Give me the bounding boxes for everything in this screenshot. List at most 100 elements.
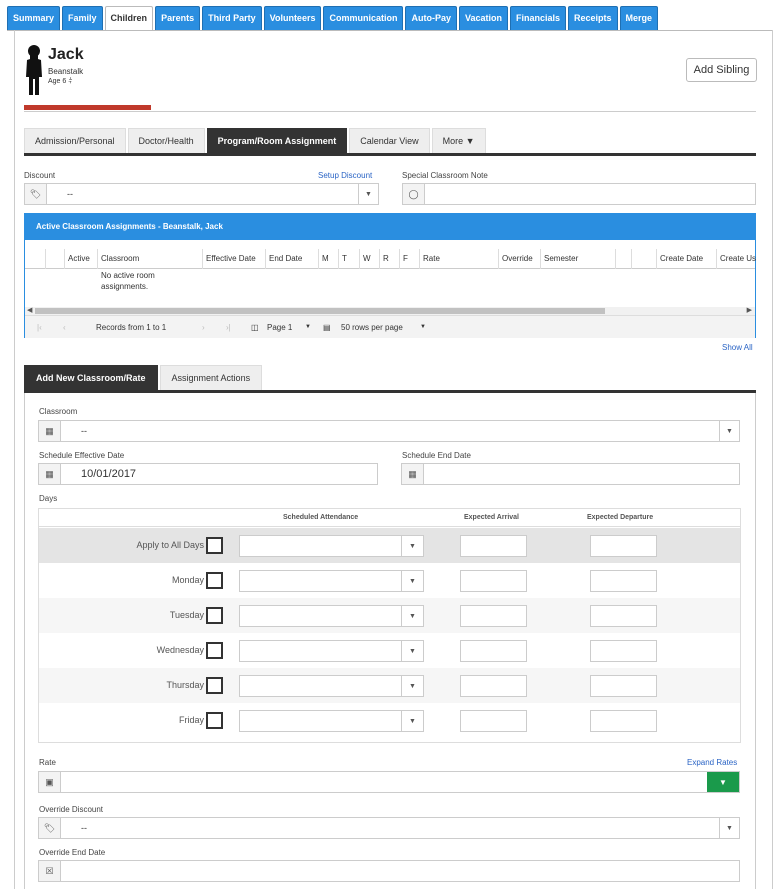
col-active[interactable]: Active xyxy=(64,249,97,269)
departure-input[interactable] xyxy=(590,640,657,662)
attendance-select[interactable]: ▼ xyxy=(239,675,424,697)
tab-merge[interactable]: Merge xyxy=(619,6,659,30)
records-count: Records from 1 to 1 xyxy=(96,323,167,332)
day-checkbox[interactable] xyxy=(206,607,223,624)
child-age: Age 6 ⫩ xyxy=(48,78,72,86)
day-label: Wednesday xyxy=(156,645,204,655)
child-age-text: Age 6 xyxy=(48,78,67,85)
arrival-input[interactable] xyxy=(460,710,527,732)
col-classroom[interactable]: Classroom xyxy=(97,249,202,269)
day-checkbox[interactable] xyxy=(206,642,223,659)
rate-dropdown-button[interactable]: ▼ xyxy=(707,772,739,792)
apply-all-checkbox[interactable] xyxy=(206,537,223,554)
tab-more[interactable]: More ▼ xyxy=(431,128,486,153)
arrival-input[interactable] xyxy=(460,640,527,662)
grid-horizontal-scrollbar[interactable]: ◀ ▶ xyxy=(25,307,755,315)
arrival-input[interactable] xyxy=(460,570,527,592)
rows-select-caret-icon[interactable]: ▼ xyxy=(420,316,426,339)
scrollbar-thumb[interactable] xyxy=(35,308,605,314)
col-r[interactable]: R xyxy=(379,249,399,269)
day-checkbox[interactable] xyxy=(206,677,223,694)
attendance-select[interactable]: ▼ xyxy=(239,640,424,662)
tab-vacation[interactable]: Vacation xyxy=(458,6,508,30)
attendance-select[interactable]: ▼ xyxy=(239,605,424,627)
calendar-icon: ▦ xyxy=(402,464,424,484)
tab-summary[interactable]: Summary xyxy=(7,6,61,30)
tab-auto-pay[interactable]: Auto-Pay xyxy=(405,6,457,30)
tab-doctor-health[interactable]: Doctor/Health xyxy=(127,128,205,153)
tab-parents[interactable]: Parents xyxy=(155,6,201,30)
departure-input[interactable] xyxy=(590,605,657,627)
tab-admission-personal[interactable]: Admission/Personal xyxy=(24,128,126,153)
tab-receipts[interactable]: Receipts xyxy=(568,6,618,30)
col-w[interactable]: W xyxy=(359,249,379,269)
classroom-select[interactable]: ▦ -- ▼ xyxy=(38,420,740,442)
prev-page-icon[interactable]: ‹ xyxy=(63,316,66,339)
effective-date-input[interactable]: ▦ 10/01/2017 xyxy=(38,463,378,485)
add-sibling-button[interactable]: Add Sibling xyxy=(686,58,757,82)
tab-assignment-actions[interactable]: Assignment Actions xyxy=(159,365,263,390)
arrival-input[interactable] xyxy=(460,675,527,697)
col-effective-date[interactable]: Effective Date xyxy=(202,249,264,269)
attendance-select[interactable]: ▼ xyxy=(239,535,424,557)
header-expected-departure: Expected Departure xyxy=(587,514,654,521)
classroom-label: Classroom xyxy=(39,407,78,416)
arrival-input[interactable] xyxy=(460,605,527,627)
day-checkbox[interactable] xyxy=(206,572,223,589)
tab-children[interactable]: Children xyxy=(104,6,154,31)
override-discount-value: -- xyxy=(81,823,87,833)
rows-icon: ▤ xyxy=(323,323,331,332)
expand-rates-link[interactable]: Expand Rates xyxy=(687,758,737,767)
grid-col-select xyxy=(25,249,45,269)
attendance-select[interactable]: ▼ xyxy=(239,570,424,592)
tab-volunteers[interactable]: Volunteers xyxy=(263,6,322,30)
rows-per-page-select[interactable]: 50 rows per page xyxy=(341,316,403,339)
first-page-icon[interactable]: |‹ xyxy=(37,316,42,339)
tab-calendar-view[interactable]: Calendar View xyxy=(349,128,430,153)
chevron-down-icon: ▼ xyxy=(401,676,423,696)
col-create-user[interactable]: Create Us xyxy=(716,249,757,269)
arrival-input[interactable] xyxy=(460,535,527,557)
discount-select[interactable]: 🏷 -- ▼ xyxy=(24,183,379,205)
col-m[interactable]: M xyxy=(318,249,338,269)
tab-financials[interactable]: Financials xyxy=(510,6,567,30)
setup-discount-link[interactable]: Setup Discount xyxy=(318,171,372,180)
col-f[interactable]: F xyxy=(399,249,419,269)
attendance-select[interactable]: ▼ xyxy=(239,710,424,732)
col-end-date[interactable]: End Date xyxy=(265,249,318,269)
col-t[interactable]: T xyxy=(338,249,359,269)
chevron-down-icon: ▼ xyxy=(401,641,423,661)
page-select-caret-icon[interactable]: ▼ xyxy=(305,316,311,339)
col-override[interactable]: Override xyxy=(498,249,540,269)
child-sub-tabs: Admission/Personal Doctor/Health Program… xyxy=(24,128,486,153)
next-page-icon[interactable]: › xyxy=(202,316,205,339)
departure-input[interactable] xyxy=(590,710,657,732)
override-end-date-input[interactable]: ☒ xyxy=(38,860,740,882)
building-icon: ▦ xyxy=(39,421,61,441)
departure-input[interactable] xyxy=(590,675,657,697)
tab-program-room-assignment[interactable]: Program/Room Assignment xyxy=(206,128,348,153)
day-checkbox[interactable] xyxy=(206,712,223,729)
scroll-left-icon[interactable]: ◀ xyxy=(27,306,32,314)
last-page-icon[interactable]: ›| xyxy=(226,316,231,339)
rate-select[interactable]: ▣ ▼ xyxy=(38,771,740,793)
departure-input[interactable] xyxy=(590,570,657,592)
col-rate[interactable]: Rate xyxy=(419,249,498,269)
day-label: Tuesday xyxy=(169,610,204,620)
tab-add-new-classroom-rate[interactable]: Add New Classroom/Rate xyxy=(24,365,158,390)
col-create-date[interactable]: Create Date xyxy=(656,249,716,269)
show-all-link[interactable]: Show All xyxy=(722,343,753,352)
page-select[interactable]: Page 1 xyxy=(267,316,292,339)
tab-family[interactable]: Family xyxy=(62,6,103,30)
override-discount-select[interactable]: 🏷 -- ▼ xyxy=(38,817,740,839)
assignments-grid-header: Active Classroom Effective Date End Date… xyxy=(25,249,757,269)
scroll-right-icon[interactable]: ▶ xyxy=(747,306,752,314)
end-date-input[interactable]: ▦ xyxy=(401,463,740,485)
days-table-header: Scheduled Attendance Expected Arrival Ex… xyxy=(39,509,740,527)
tab-third-party[interactable]: Third Party xyxy=(202,6,262,30)
departure-input[interactable] xyxy=(590,535,657,557)
day-row-all: Apply to All Days ▼ xyxy=(39,528,740,563)
col-semester[interactable]: Semester xyxy=(540,249,615,269)
tab-communication[interactable]: Communication xyxy=(323,6,404,30)
special-note-input[interactable]: ◯ xyxy=(402,183,756,205)
